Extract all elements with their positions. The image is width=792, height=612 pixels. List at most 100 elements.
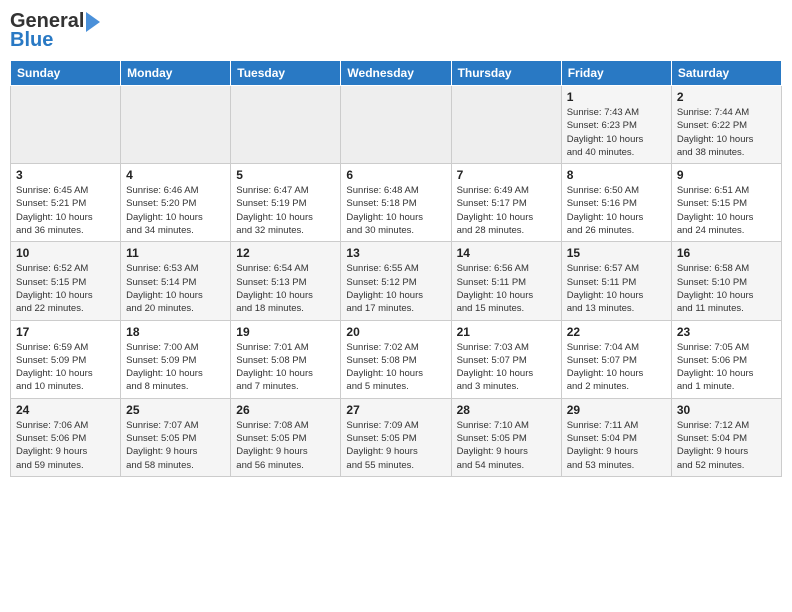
calendar-day-cell: 22Sunrise: 7:04 AM Sunset: 5:07 PM Dayli…: [561, 320, 671, 398]
day-info: Sunrise: 6:57 AM Sunset: 5:11 PM Dayligh…: [567, 262, 666, 315]
day-number: 26: [236, 403, 335, 417]
calendar-day-cell: 6 Sunrise: 6:48 AM Sunset: 5:18 PM Daylig…: [341, 164, 451, 242]
day-number: 21: [457, 325, 556, 339]
calendar-week-row: 1 Sunrise: 7:43 AM Sunset: 6:23 PM Daylig…: [11, 86, 782, 164]
weekday-header: Wednesday: [341, 61, 451, 86]
calendar-day-cell: 26Sunrise: 7:08 AM Sunset: 5:05 PM Dayli…: [231, 398, 341, 476]
day-number: 7: [457, 168, 556, 182]
day-info: Sunrise: 6:48 AM Sunset: 5:18 PM Dayligh…: [346, 184, 445, 237]
logo-arrow-icon: [86, 12, 100, 32]
day-number: 27: [346, 403, 445, 417]
calendar-day-cell: 4 Sunrise: 6:46 AM Sunset: 5:20 PM Daylig…: [121, 164, 231, 242]
calendar-day-cell: 8 Sunrise: 6:50 AM Sunset: 5:16 PM Daylig…: [561, 164, 671, 242]
weekday-header: Saturday: [671, 61, 781, 86]
day-number: 4: [126, 168, 225, 182]
calendar-day-cell: 28 Sunrise: 7:10 AM Sunset: 5:05 PM Dayli…: [451, 398, 561, 476]
calendar-day-cell: 29 Sunrise: 7:11 AM Sunset: 5:04 PM Dayli…: [561, 398, 671, 476]
calendar-week-row: 17 Sunrise: 6:59 AM Sunset: 5:09 PM Dayli…: [11, 320, 782, 398]
day-number: 9: [677, 168, 776, 182]
calendar-day-cell: 30 Sunrise: 7:12 AM Sunset: 5:04 PM Dayli…: [671, 398, 781, 476]
day-number: 10: [16, 246, 115, 260]
day-number: 20: [346, 325, 445, 339]
weekday-header: Monday: [121, 61, 231, 86]
calendar-week-row: 24Sunrise: 7:06 AM Sunset: 5:06 PM Dayli…: [11, 398, 782, 476]
calendar-day-cell: 11Sunrise: 6:53 AM Sunset: 5:14 PM Dayli…: [121, 242, 231, 320]
day-number: 18: [126, 325, 225, 339]
day-number: 24: [16, 403, 115, 417]
day-number: 6: [346, 168, 445, 182]
calendar-day-cell: 16 Sunrise: 6:58 AM Sunset: 5:10 PM Dayli…: [671, 242, 781, 320]
calendar-day-cell: [451, 86, 561, 164]
calendar-day-cell: [11, 86, 121, 164]
day-info: Sunrise: 6:55 AM Sunset: 5:12 PM Dayligh…: [346, 262, 445, 315]
calendar-day-cell: 7 Sunrise: 6:49 AM Sunset: 5:17 PM Daylig…: [451, 164, 561, 242]
day-number: 19: [236, 325, 335, 339]
logo-blue: Blue: [10, 29, 53, 52]
day-info: Sunrise: 7:11 AM Sunset: 5:04 PM Dayligh…: [567, 419, 666, 472]
calendar-day-cell: 10 Sunrise: 6:52 AM Sunset: 5:15 PM Dayli…: [11, 242, 121, 320]
day-number: 2: [677, 90, 776, 104]
day-info: Sunrise: 7:00 AM Sunset: 5:09 PM Dayligh…: [126, 341, 225, 394]
day-number: 22: [567, 325, 666, 339]
calendar-day-cell: 25 Sunrise: 7:07 AM Sunset: 5:05 PM Dayli…: [121, 398, 231, 476]
calendar-day-cell: [121, 86, 231, 164]
calendar-day-cell: [341, 86, 451, 164]
calendar-day-cell: 20 Sunrise: 7:02 AM Sunset: 5:08 PM Dayli…: [341, 320, 451, 398]
day-number: 29: [567, 403, 666, 417]
weekday-header: Friday: [561, 61, 671, 86]
weekday-header: Tuesday: [231, 61, 341, 86]
calendar-week-row: 3 Sunrise: 6:45 AM Sunset: 5:21 PM Daylig…: [11, 164, 782, 242]
calendar-day-cell: 27 Sunrise: 7:09 AM Sunset: 5:05 PM Dayli…: [341, 398, 451, 476]
day-number: 28: [457, 403, 556, 417]
day-info: Sunrise: 7:44 AM Sunset: 6:22 PM Dayligh…: [677, 106, 776, 159]
day-number: 17: [16, 325, 115, 339]
day-info: Sunrise: 7:03 AM Sunset: 5:07 PM Dayligh…: [457, 341, 556, 394]
day-info: Sunrise: 6:54 AM Sunset: 5:13 PM Dayligh…: [236, 262, 335, 315]
weekday-header: Sunday: [11, 61, 121, 86]
day-info: Sunrise: 6:53 AM Sunset: 5:14 PM Dayligh…: [126, 262, 225, 315]
day-info: Sunrise: 6:56 AM Sunset: 5:11 PM Dayligh…: [457, 262, 556, 315]
day-info: Sunrise: 7:05 AM Sunset: 5:06 PM Dayligh…: [677, 341, 776, 394]
calendar-day-cell: [231, 86, 341, 164]
day-info: Sunrise: 7:02 AM Sunset: 5:08 PM Dayligh…: [346, 341, 445, 394]
day-info: Sunrise: 7:09 AM Sunset: 5:05 PM Dayligh…: [346, 419, 445, 472]
day-info: Sunrise: 7:01 AM Sunset: 5:08 PM Dayligh…: [236, 341, 335, 394]
calendar-day-cell: 13 Sunrise: 6:55 AM Sunset: 5:12 PM Dayli…: [341, 242, 451, 320]
day-number: 30: [677, 403, 776, 417]
day-number: 1: [567, 90, 666, 104]
calendar-week-row: 10 Sunrise: 6:52 AM Sunset: 5:15 PM Dayli…: [11, 242, 782, 320]
day-number: 15: [567, 246, 666, 260]
calendar-day-cell: 15 Sunrise: 6:57 AM Sunset: 5:11 PM Dayli…: [561, 242, 671, 320]
day-info: Sunrise: 7:43 AM Sunset: 6:23 PM Dayligh…: [567, 106, 666, 159]
day-info: Sunrise: 6:51 AM Sunset: 5:15 PM Dayligh…: [677, 184, 776, 237]
day-info: Sunrise: 6:49 AM Sunset: 5:17 PM Dayligh…: [457, 184, 556, 237]
day-number: 13: [346, 246, 445, 260]
calendar-day-cell: 12 Sunrise: 6:54 AM Sunset: 5:13 PM Dayli…: [231, 242, 341, 320]
day-info: Sunrise: 7:12 AM Sunset: 5:04 PM Dayligh…: [677, 419, 776, 472]
day-number: 3: [16, 168, 115, 182]
day-info: Sunrise: 6:52 AM Sunset: 5:15 PM Dayligh…: [16, 262, 115, 315]
calendar-day-cell: 18 Sunrise: 7:00 AM Sunset: 5:09 PM Dayli…: [121, 320, 231, 398]
day-number: 8: [567, 168, 666, 182]
day-info: Sunrise: 7:10 AM Sunset: 5:05 PM Dayligh…: [457, 419, 556, 472]
day-info: Sunrise: 6:45 AM Sunset: 5:21 PM Dayligh…: [16, 184, 115, 237]
day-info: Sunrise: 6:50 AM Sunset: 5:16 PM Dayligh…: [567, 184, 666, 237]
day-info: Sunrise: 7:07 AM Sunset: 5:05 PM Dayligh…: [126, 419, 225, 472]
calendar-day-cell: 3 Sunrise: 6:45 AM Sunset: 5:21 PM Daylig…: [11, 164, 121, 242]
weekday-header: Thursday: [451, 61, 561, 86]
day-number: 16: [677, 246, 776, 260]
page-header: General Blue: [10, 10, 782, 52]
logo: General Blue: [10, 10, 100, 52]
day-info: Sunrise: 6:59 AM Sunset: 5:09 PM Dayligh…: [16, 341, 115, 394]
day-info: Sunrise: 6:46 AM Sunset: 5:20 PM Dayligh…: [126, 184, 225, 237]
day-number: 14: [457, 246, 556, 260]
day-number: 25: [126, 403, 225, 417]
calendar-day-cell: 21 Sunrise: 7:03 AM Sunset: 5:07 PM Dayli…: [451, 320, 561, 398]
calendar-day-cell: 9 Sunrise: 6:51 AM Sunset: 5:15 PM Daylig…: [671, 164, 781, 242]
calendar-day-cell: 17 Sunrise: 6:59 AM Sunset: 5:09 PM Dayli…: [11, 320, 121, 398]
day-info: Sunrise: 6:47 AM Sunset: 5:19 PM Dayligh…: [236, 184, 335, 237]
day-info: Sunrise: 6:58 AM Sunset: 5:10 PM Dayligh…: [677, 262, 776, 315]
calendar-day-cell: 24Sunrise: 7:06 AM Sunset: 5:06 PM Dayli…: [11, 398, 121, 476]
calendar-day-cell: 19 Sunrise: 7:01 AM Sunset: 5:08 PM Dayli…: [231, 320, 341, 398]
day-number: 12: [236, 246, 335, 260]
